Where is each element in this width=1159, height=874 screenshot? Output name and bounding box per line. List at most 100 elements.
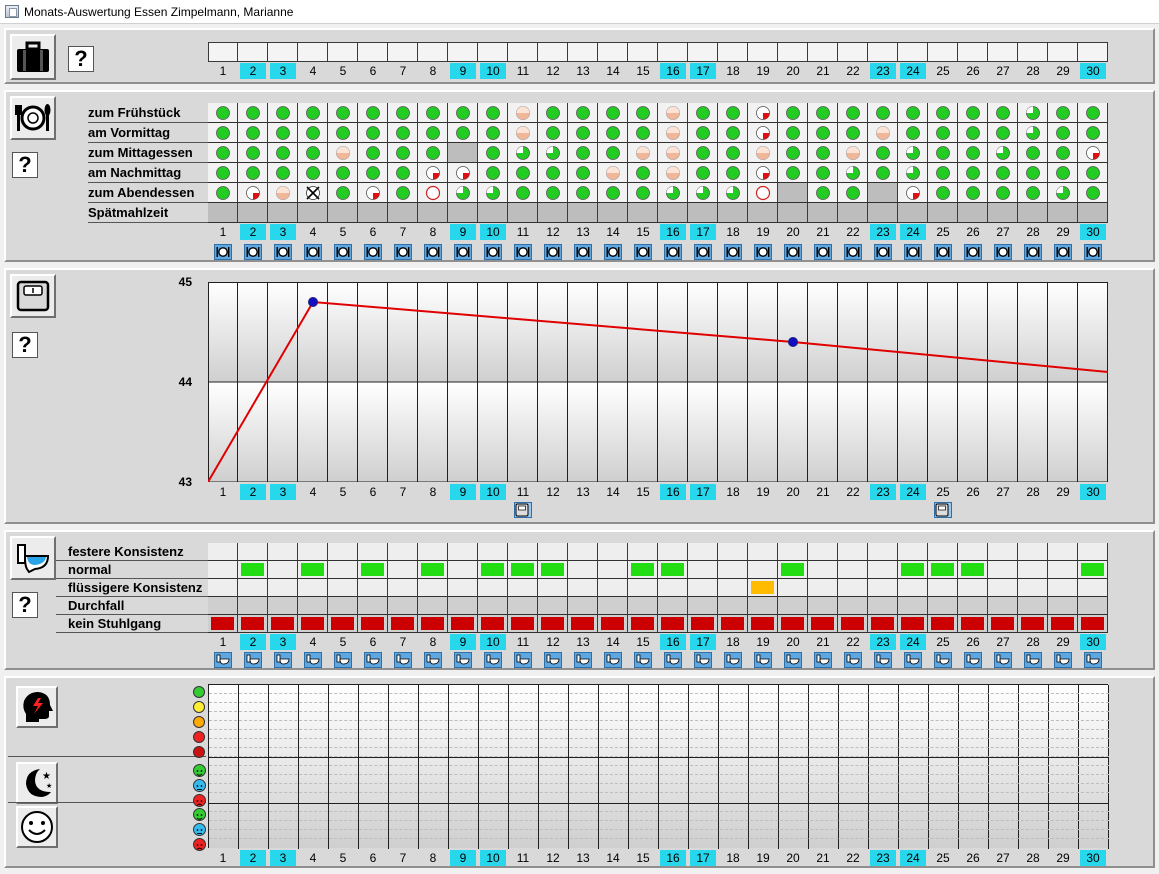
stool-cell[interactable] bbox=[508, 615, 538, 633]
meal-cell[interactable] bbox=[868, 103, 898, 123]
meal-cell[interactable] bbox=[838, 163, 868, 183]
help-button[interactable]: ? bbox=[12, 592, 38, 618]
stool-cell[interactable] bbox=[1078, 561, 1108, 579]
stool-cell[interactable] bbox=[538, 543, 568, 561]
stool-cell[interactable] bbox=[418, 579, 448, 597]
stool-cell[interactable] bbox=[688, 579, 718, 597]
stool-cell[interactable] bbox=[568, 543, 598, 561]
day-cell[interactable] bbox=[478, 42, 508, 62]
stool-day-button[interactable] bbox=[934, 652, 952, 668]
meal-cell[interactable] bbox=[538, 123, 568, 143]
stool-cell[interactable] bbox=[988, 579, 1018, 597]
stool-cell[interactable] bbox=[328, 615, 358, 633]
meal-day-button[interactable] bbox=[934, 244, 952, 260]
stool-cell[interactable] bbox=[718, 579, 748, 597]
stool-cell[interactable] bbox=[238, 615, 268, 633]
stool-cell[interactable] bbox=[538, 561, 568, 579]
stool-day-button[interactable] bbox=[1054, 652, 1072, 668]
meal-cell[interactable] bbox=[868, 183, 898, 203]
meal-cell[interactable] bbox=[268, 103, 298, 123]
meal-cell[interactable] bbox=[988, 203, 1018, 223]
meal-cell[interactable] bbox=[328, 103, 358, 123]
day-cell[interactable] bbox=[238, 42, 268, 62]
meal-cell[interactable] bbox=[448, 103, 478, 123]
meal-cell[interactable] bbox=[898, 183, 928, 203]
stool-cell[interactable] bbox=[898, 579, 928, 597]
stool-cell[interactable] bbox=[928, 579, 958, 597]
stool-cell[interactable] bbox=[658, 579, 688, 597]
stool-cell[interactable] bbox=[298, 579, 328, 597]
meal-cell[interactable] bbox=[928, 123, 958, 143]
meal-cell[interactable] bbox=[268, 203, 298, 223]
meal-cell[interactable] bbox=[628, 143, 658, 163]
stool-cell[interactable] bbox=[868, 597, 898, 615]
stool-cell[interactable] bbox=[718, 543, 748, 561]
meal-day-button[interactable] bbox=[904, 244, 922, 260]
day-cell[interactable] bbox=[268, 42, 298, 62]
meal-cell[interactable] bbox=[748, 123, 778, 143]
day-cell[interactable] bbox=[868, 42, 898, 62]
meal-cell[interactable] bbox=[658, 163, 688, 183]
stool-cell[interactable] bbox=[718, 615, 748, 633]
meal-cell[interactable] bbox=[328, 123, 358, 143]
meal-cell[interactable] bbox=[808, 103, 838, 123]
day-cell[interactable] bbox=[208, 42, 238, 62]
stool-cell[interactable] bbox=[898, 543, 928, 561]
meal-cell[interactable] bbox=[868, 203, 898, 223]
meal-cell[interactable] bbox=[208, 143, 238, 163]
meal-cell[interactable] bbox=[238, 203, 268, 223]
stool-day-button[interactable] bbox=[634, 652, 652, 668]
meal-cell[interactable] bbox=[358, 103, 388, 123]
meal-cell[interactable] bbox=[298, 143, 328, 163]
day-cell[interactable] bbox=[448, 42, 478, 62]
day-cell[interactable] bbox=[358, 42, 388, 62]
meal-cell[interactable] bbox=[418, 203, 448, 223]
stool-cell[interactable] bbox=[208, 597, 238, 615]
meal-cell[interactable] bbox=[1078, 163, 1108, 183]
meal-cell[interactable] bbox=[448, 183, 478, 203]
meal-cell[interactable] bbox=[358, 123, 388, 143]
stool-day-button[interactable] bbox=[664, 652, 682, 668]
stool-cell[interactable] bbox=[448, 597, 478, 615]
day-cell[interactable] bbox=[328, 42, 358, 62]
day-cell[interactable] bbox=[1078, 42, 1108, 62]
stool-cell[interactable] bbox=[928, 561, 958, 579]
meal-cell[interactable] bbox=[988, 143, 1018, 163]
stool-cell[interactable] bbox=[478, 615, 508, 633]
meal-cell[interactable] bbox=[298, 203, 328, 223]
meal-cell[interactable] bbox=[1078, 203, 1108, 223]
meal-day-button[interactable] bbox=[844, 244, 862, 260]
stool-cell[interactable] bbox=[1018, 543, 1048, 561]
meal-cell[interactable] bbox=[688, 143, 718, 163]
meal-cell[interactable] bbox=[1018, 123, 1048, 143]
stool-cell[interactable] bbox=[838, 615, 868, 633]
meal-cell[interactable] bbox=[868, 143, 898, 163]
suitcase-button[interactable] bbox=[10, 34, 56, 80]
meal-cell[interactable] bbox=[628, 203, 658, 223]
stool-cell[interactable] bbox=[568, 561, 598, 579]
meal-cell[interactable] bbox=[568, 183, 598, 203]
meal-cell[interactable] bbox=[418, 103, 448, 123]
stool-cell[interactable] bbox=[418, 561, 448, 579]
meal-day-button[interactable] bbox=[214, 244, 232, 260]
meal-cell[interactable] bbox=[898, 203, 928, 223]
stool-cell[interactable] bbox=[808, 543, 838, 561]
meal-cell[interactable] bbox=[808, 123, 838, 143]
meal-cell[interactable] bbox=[448, 123, 478, 143]
stool-cell[interactable] bbox=[778, 579, 808, 597]
stool-cell[interactable] bbox=[508, 597, 538, 615]
meal-cell[interactable] bbox=[658, 123, 688, 143]
meal-cell[interactable] bbox=[208, 103, 238, 123]
stool-day-button[interactable] bbox=[304, 652, 322, 668]
meal-cell[interactable] bbox=[928, 163, 958, 183]
meal-day-button[interactable] bbox=[394, 244, 412, 260]
stool-cell[interactable] bbox=[898, 561, 928, 579]
day-cell[interactable] bbox=[628, 42, 658, 62]
stool-cell[interactable] bbox=[208, 615, 238, 633]
stool-cell[interactable] bbox=[238, 579, 268, 597]
stool-day-button[interactable] bbox=[454, 652, 472, 668]
meals-button[interactable] bbox=[10, 96, 56, 140]
stool-cell[interactable] bbox=[328, 597, 358, 615]
meal-cell[interactable] bbox=[568, 123, 598, 143]
meal-cell[interactable] bbox=[598, 183, 628, 203]
